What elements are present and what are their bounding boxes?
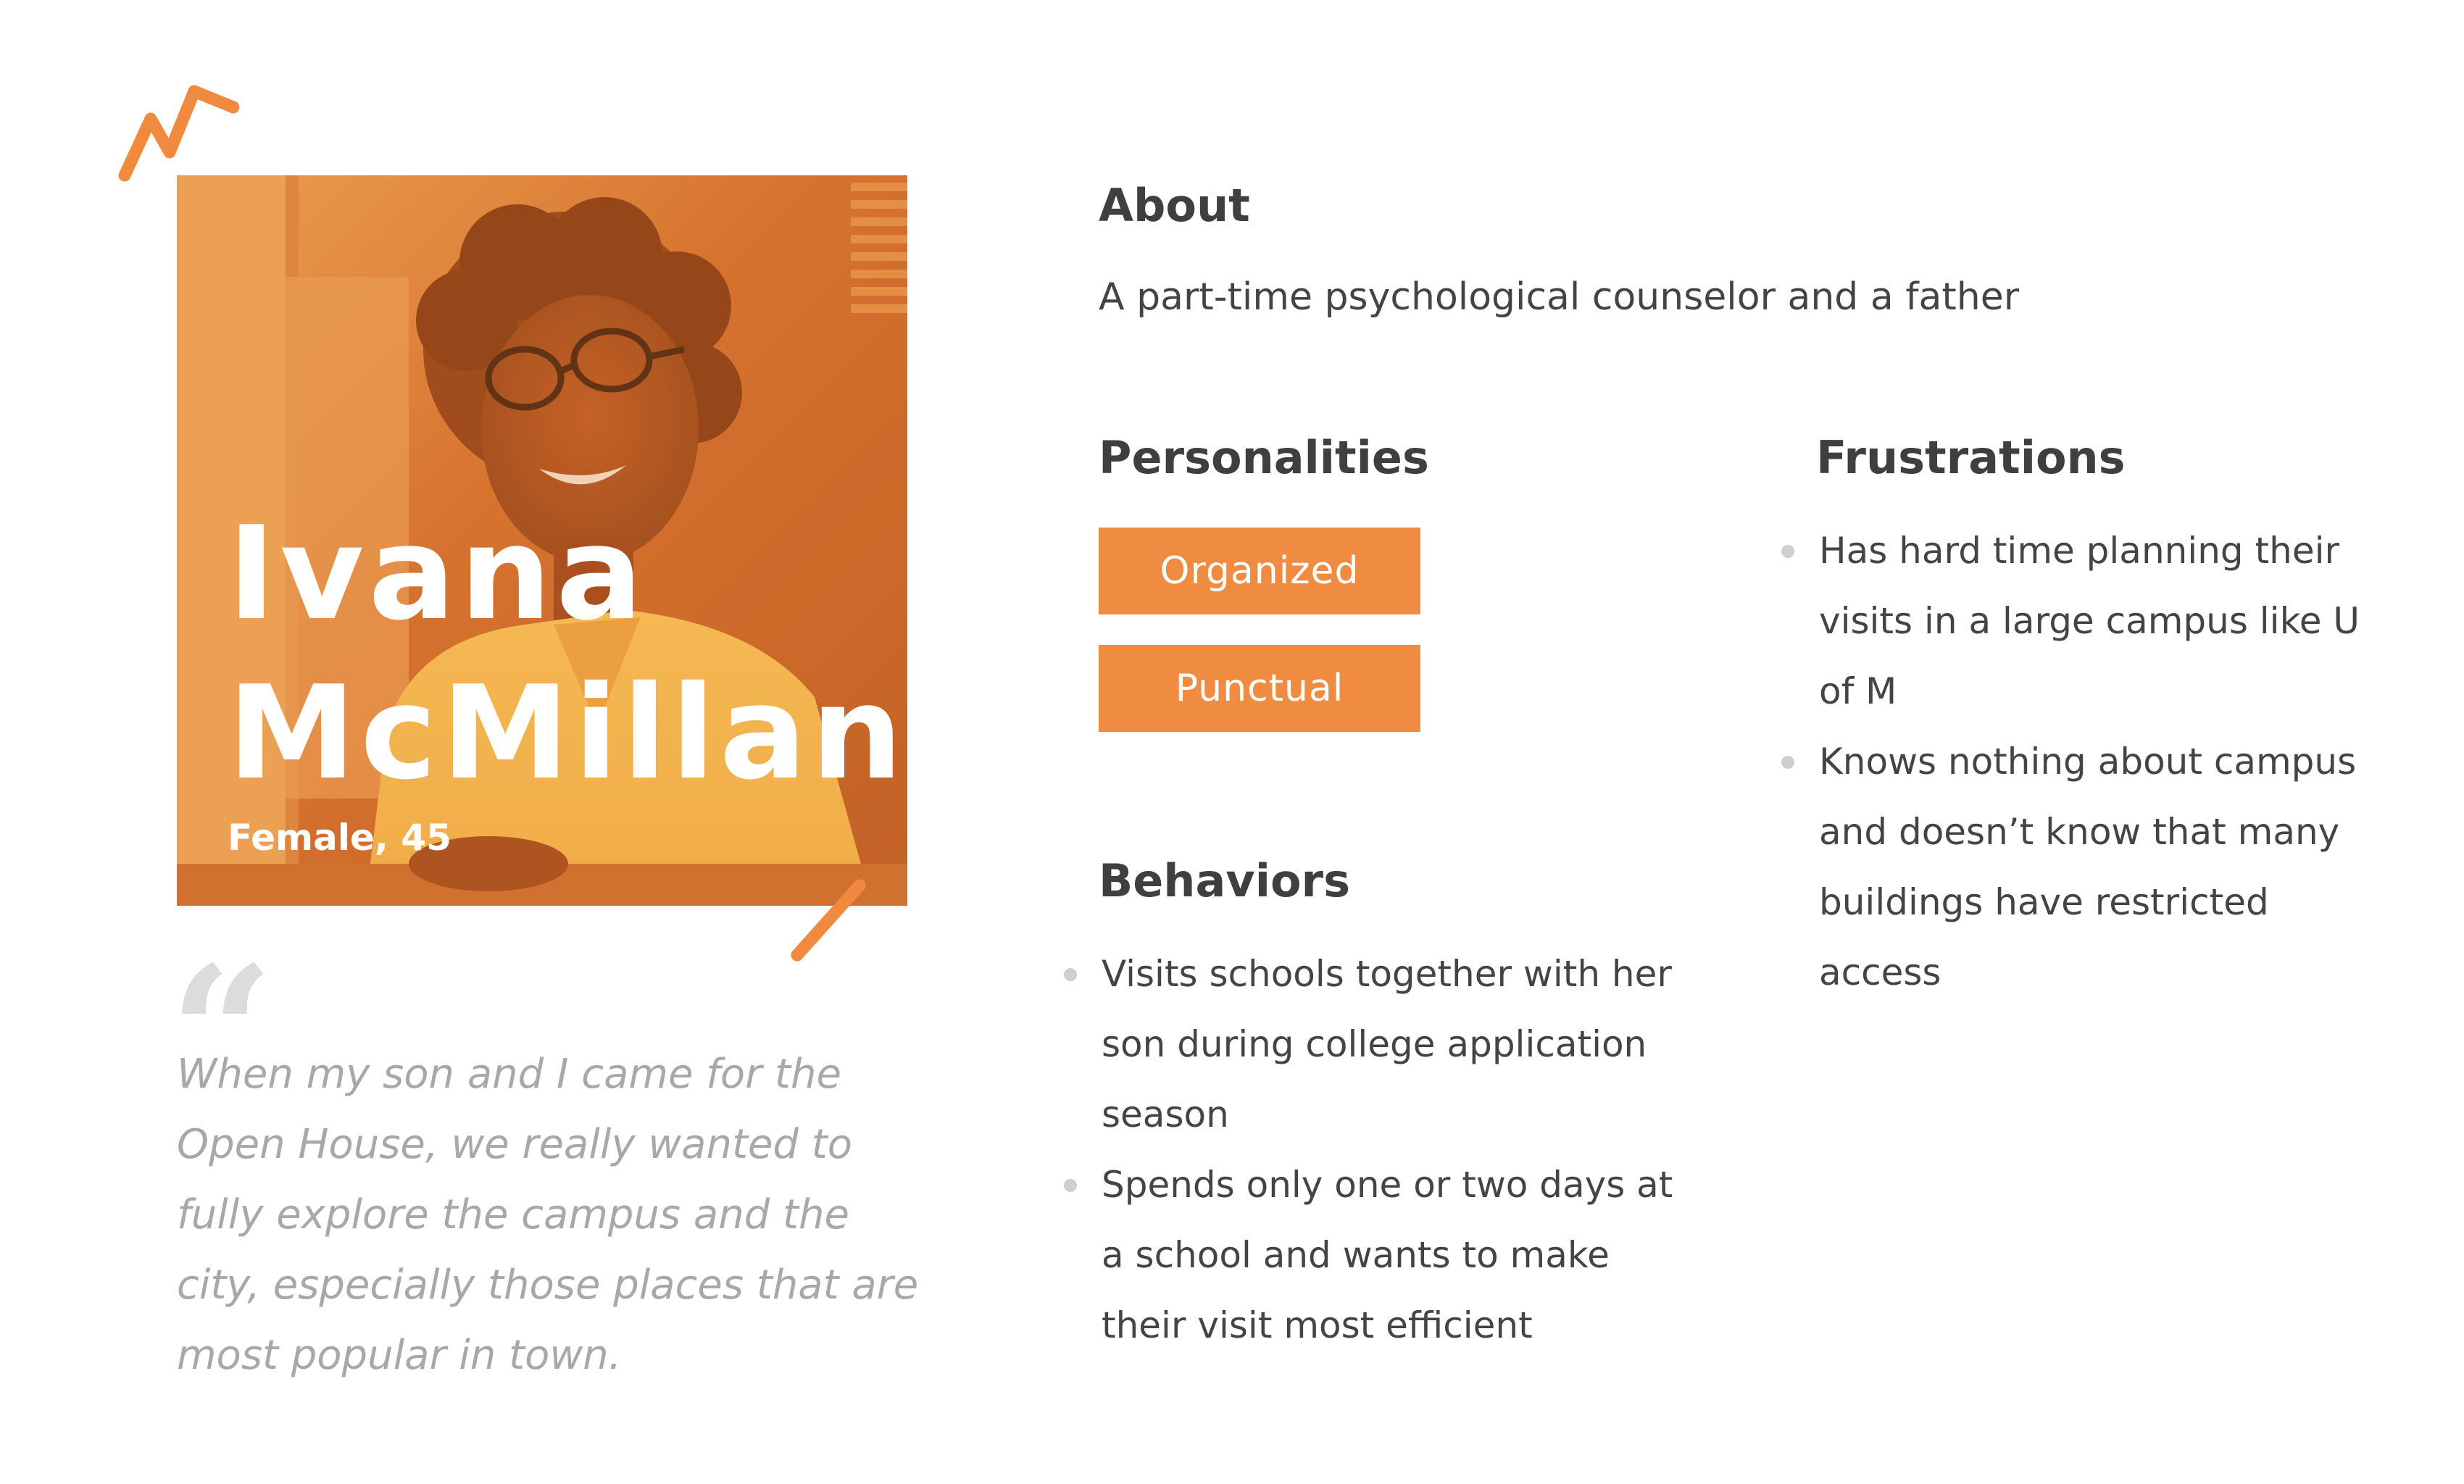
about-text: A part-time psychological counselor and … [1099, 275, 2020, 319]
frustrations-list: Has hard time planning their visits in a… [1781, 516, 2399, 1008]
personalities-heading: Personalities [1099, 431, 1429, 484]
persona-quote: When my son and I came for the Open Hous… [177, 1051, 919, 1379]
about-heading: About [1099, 179, 1250, 232]
behavior-text: Visits schools together with her son dur… [1102, 953, 1672, 1135]
bullet-dot-icon [1781, 756, 1794, 769]
frustrations-heading: Frustrations [1816, 431, 2126, 484]
behaviors-list: Visits schools together with her son dur… [1064, 939, 1703, 1361]
list-item: Visits schools together with her son dur… [1064, 939, 1703, 1150]
bullet-dot-icon [1781, 545, 1794, 558]
bullet-dot-icon [1064, 968, 1077, 981]
personality-tag-punctual: Punctual [1099, 645, 1420, 732]
frustration-text: Has hard time planning their visits in a… [1819, 530, 2360, 712]
frustration-text: Knows nothing about campus and doesn’t k… [1819, 741, 2357, 993]
personality-tag-organized: Organized [1099, 528, 1420, 614]
behaviors-heading: Behaviors [1099, 854, 1351, 907]
list-item: Spends only one or two days at a school … [1064, 1150, 1703, 1361]
persona-first-name: Ivana [228, 499, 648, 649]
slash-decoration-icon [791, 879, 866, 962]
persona-last-name: McMillan [228, 658, 907, 808]
list-item: Has hard time planning their visits in a… [1781, 516, 2399, 727]
persona-name: Ivana McMillan [228, 494, 907, 813]
bullet-dot-icon [1064, 1179, 1077, 1192]
behavior-text: Spends only one or two days at a school … [1102, 1164, 1673, 1346]
persona-photo-card: Ivana McMillan Female, 45 [177, 175, 907, 906]
persona-gender-age: Female, 45 [228, 817, 451, 859]
quote-mark-icon: “ [170, 942, 274, 1051]
list-item: Knows nothing about campus and doesn’t k… [1781, 727, 2399, 1008]
